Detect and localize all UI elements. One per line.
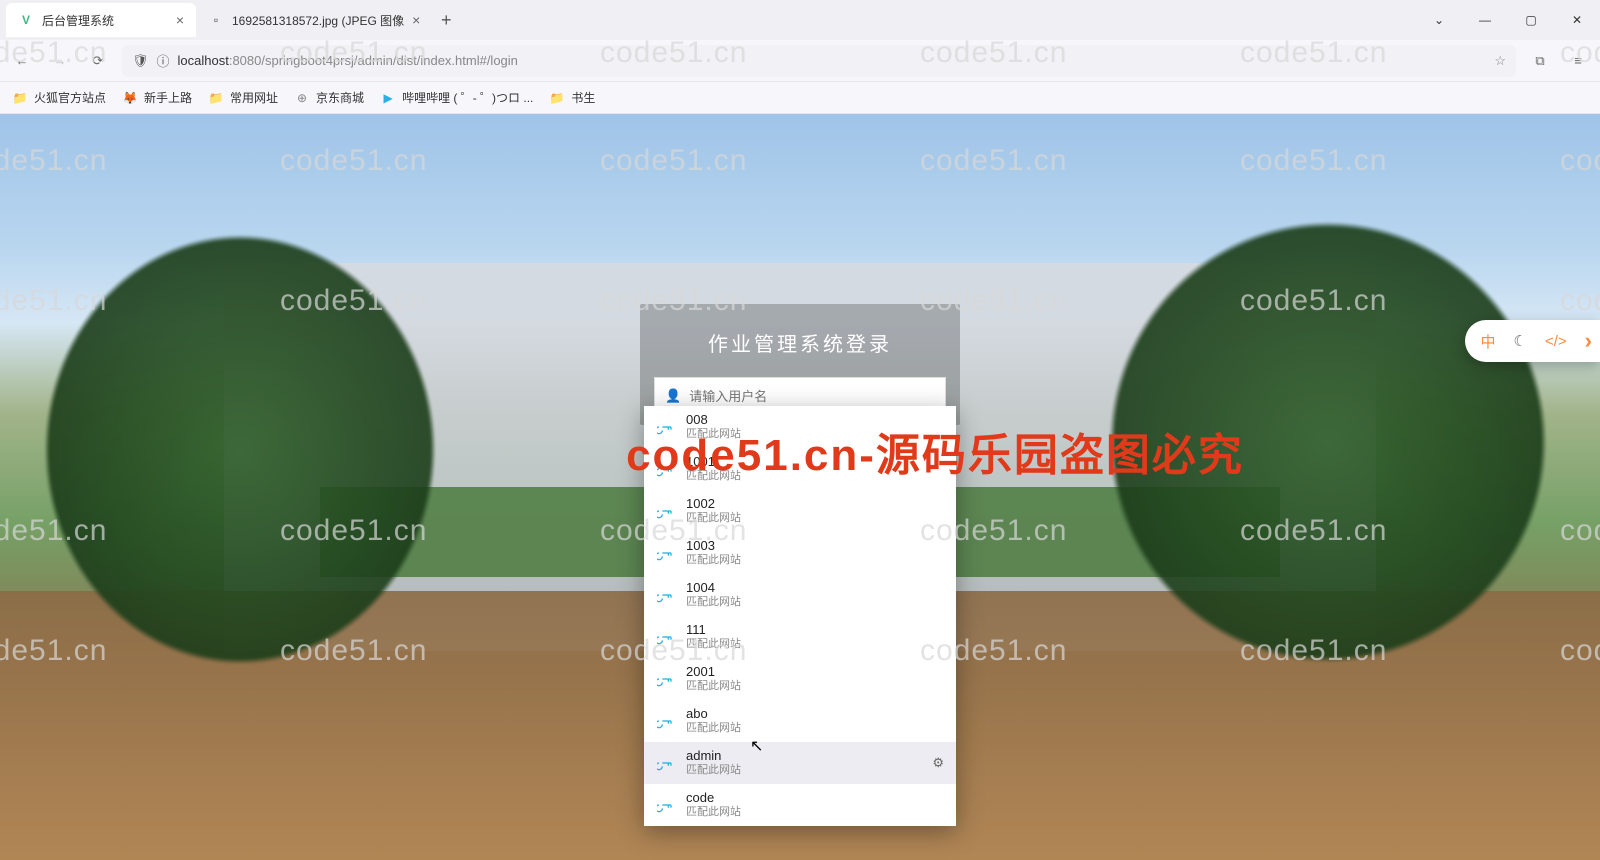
floating-toolbar: 中 ☾ </> ›	[1465, 320, 1600, 362]
bookmark-item[interactable]: ▶哔哩哔哩 ( ゜- ゜)つロ ...	[380, 89, 533, 106]
autocomplete-sub: 匹配此网站	[686, 722, 741, 736]
autocomplete-item[interactable]: 008匹配此网站⚙	[644, 406, 956, 448]
bilibili-icon: ▶	[380, 90, 396, 106]
bookmark-item[interactable]: ⊕京东商城	[294, 89, 364, 106]
autocomplete-item[interactable]: 111匹配此网站⚙	[644, 616, 956, 658]
key-icon	[656, 670, 674, 688]
autocomplete-name: 2001	[686, 664, 741, 680]
autocomplete-list: 008匹配此网站⚙1001匹配此网站⚙1002匹配此网站⚙1003匹配此网站⚙1…	[644, 406, 956, 826]
close-window-button[interactable]: ✕	[1554, 0, 1600, 40]
key-icon	[656, 460, 674, 478]
collapse-button[interactable]: ›	[1585, 328, 1592, 354]
menu-button[interactable]: ≡	[1564, 47, 1592, 75]
shield-icon: 🛡	[132, 53, 149, 69]
gear-icon[interactable]: ⚙	[932, 755, 944, 771]
autocomplete-item[interactable]: admin匹配此网站 ⚙	[644, 742, 956, 784]
key-icon	[656, 586, 674, 604]
bookmark-item[interactable]: 🦊新手上路	[122, 89, 192, 106]
key-icon	[656, 418, 674, 436]
key-icon	[656, 754, 674, 772]
new-tab-button[interactable]: +	[432, 10, 460, 31]
autocomplete-name: admin	[686, 748, 741, 764]
autocomplete-sub: 匹配此网站	[686, 428, 741, 442]
login-title: 作业管理系统登录	[640, 328, 960, 357]
forward-button[interactable]: →	[46, 47, 74, 75]
tab-label: 1692581318572.jpg (JPEG 图像	[232, 12, 404, 29]
autocomplete-name: abo	[686, 706, 741, 722]
key-icon	[656, 796, 674, 814]
username-input[interactable]	[689, 389, 935, 404]
extensions-button[interactable]: ⧉	[1526, 47, 1554, 75]
vue-icon: V	[18, 12, 34, 28]
bookmark-item[interactable]: 📁书生	[549, 89, 595, 106]
window-controls: ⌄ — ▢ ✕	[1416, 0, 1600, 40]
key-icon	[656, 544, 674, 562]
lock-icon: ⓘ	[157, 51, 170, 70]
folder-icon: 📁	[208, 90, 224, 106]
url-bar[interactable]: 🛡 ⓘ localhost:8080/springboot4prsj/admin…	[122, 45, 1516, 77]
autocomplete-item[interactable]: 1001匹配此网站⚙	[644, 448, 956, 490]
bookmark-item[interactable]: 📁火狐官方站点	[12, 89, 106, 106]
autocomplete-sub: 匹配此网站	[686, 638, 741, 652]
autocomplete-item[interactable]: code匹配此网站⚙	[644, 784, 956, 826]
browser-tab[interactable]: ▫ 1692581318572.jpg (JPEG 图像 ×	[196, 3, 432, 37]
titlebar: V 后台管理系统 × ▫ 1692581318572.jpg (JPEG 图像 …	[0, 0, 1600, 40]
chevron-down-icon[interactable]: ⌄	[1416, 0, 1462, 40]
autocomplete-name: 1001	[686, 454, 741, 470]
tab-label: 后台管理系统	[42, 12, 114, 29]
lang-button[interactable]: 中	[1481, 331, 1496, 352]
close-icon[interactable]: ×	[412, 12, 420, 28]
autocomplete-sub: 匹配此网站	[686, 554, 741, 568]
autocomplete-item[interactable]: 1004匹配此网站⚙	[644, 574, 956, 616]
autocomplete-name: 1004	[686, 580, 741, 596]
folder-icon: 📁	[12, 90, 28, 106]
folder-icon: 📁	[549, 90, 565, 106]
autocomplete-sub: 匹配此网站	[686, 596, 741, 610]
maximize-button[interactable]: ▢	[1508, 0, 1554, 40]
reload-button[interactable]: ⟳	[84, 47, 112, 75]
code-button[interactable]: </>	[1545, 333, 1567, 350]
minimize-button[interactable]: —	[1462, 0, 1508, 40]
key-icon	[656, 628, 674, 646]
star-icon[interactable]: ☆	[1494, 53, 1506, 69]
autocomplete-name: 008	[686, 412, 741, 428]
autocomplete-name: code	[686, 790, 741, 806]
autocomplete-item[interactable]: 1002匹配此网站⚙	[644, 490, 956, 532]
user-icon: 👤	[665, 388, 681, 404]
image-icon: ▫	[208, 12, 224, 28]
autocomplete-sub: 匹配此网站	[686, 764, 741, 778]
autocomplete-sub: 匹配此网站	[686, 470, 741, 484]
navbar: ← → ⟳ 🛡 ⓘ localhost:8080/springboot4prsj…	[0, 40, 1600, 82]
autocomplete-item[interactable]: 1003匹配此网站⚙	[644, 532, 956, 574]
key-icon	[656, 502, 674, 520]
tabs: V 后台管理系统 × ▫ 1692581318572.jpg (JPEG 图像 …	[0, 0, 460, 40]
autocomplete-sub: 匹配此网站	[686, 680, 741, 694]
autocomplete-sub: 匹配此网站	[686, 512, 741, 526]
autocomplete-name: 1003	[686, 538, 741, 554]
autocomplete-name: 111	[686, 622, 741, 638]
page-content: 作业管理系统登录 👤 008匹配此网站⚙1001匹配此网站⚙1002匹配此网站⚙…	[0, 114, 1600, 860]
bookmarks-bar: 📁火狐官方站点 🦊新手上路 📁常用网址 ⊕京东商城 ▶哔哩哔哩 ( ゜- ゜)つ…	[0, 82, 1600, 114]
autocomplete-item[interactable]: 2001匹配此网站⚙	[644, 658, 956, 700]
bookmark-item[interactable]: 📁常用网址	[208, 89, 278, 106]
browser-tab[interactable]: V 后台管理系统 ×	[6, 3, 196, 37]
close-icon[interactable]: ×	[176, 12, 184, 28]
moon-icon[interactable]: ☾	[1514, 332, 1527, 350]
autocomplete-sub: 匹配此网站	[686, 806, 741, 820]
back-button[interactable]: ←	[8, 47, 36, 75]
autocomplete-item[interactable]: abo匹配此网站⚙	[644, 700, 956, 742]
globe-icon: ⊕	[294, 90, 310, 106]
firefox-icon: 🦊	[122, 90, 138, 106]
key-icon	[656, 712, 674, 730]
autocomplete-name: 1002	[686, 496, 741, 512]
url-text: localhost:8080/springboot4prsj/admin/dis…	[178, 53, 518, 68]
